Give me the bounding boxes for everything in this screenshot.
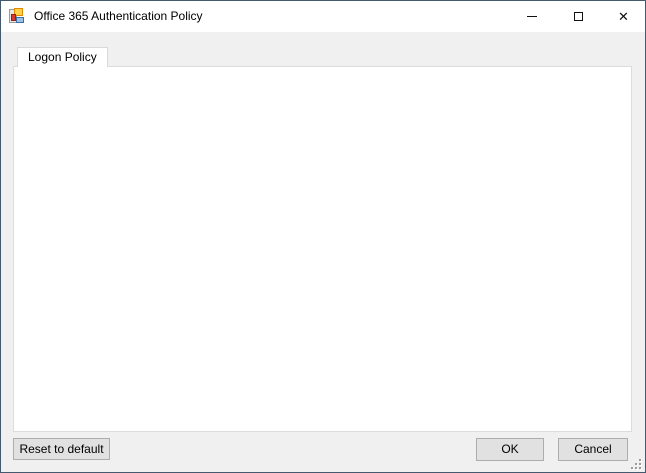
minimize-icon (527, 16, 537, 17)
resize-grip[interactable] (629, 457, 641, 469)
tab-panel (13, 66, 632, 432)
close-button[interactable]: ✕ (601, 1, 646, 32)
app-icon (9, 8, 25, 24)
ok-button[interactable]: OK (476, 438, 544, 461)
minimize-button[interactable] (509, 1, 555, 32)
maximize-button[interactable] (555, 1, 601, 32)
window-title: Office 365 Authentication Policy (34, 1, 203, 32)
cancel-button[interactable]: Cancel (558, 438, 628, 461)
maximize-icon (574, 12, 583, 21)
reset-to-default-button[interactable]: Reset to default (13, 438, 110, 460)
dialog-window: Office 365 Authentication Policy ✕ Logon… (0, 0, 646, 473)
titlebar: Office 365 Authentication Policy ✕ (1, 1, 645, 32)
close-icon: ✕ (618, 10, 629, 23)
tab-logon-policy[interactable]: Logon Policy (17, 47, 108, 67)
